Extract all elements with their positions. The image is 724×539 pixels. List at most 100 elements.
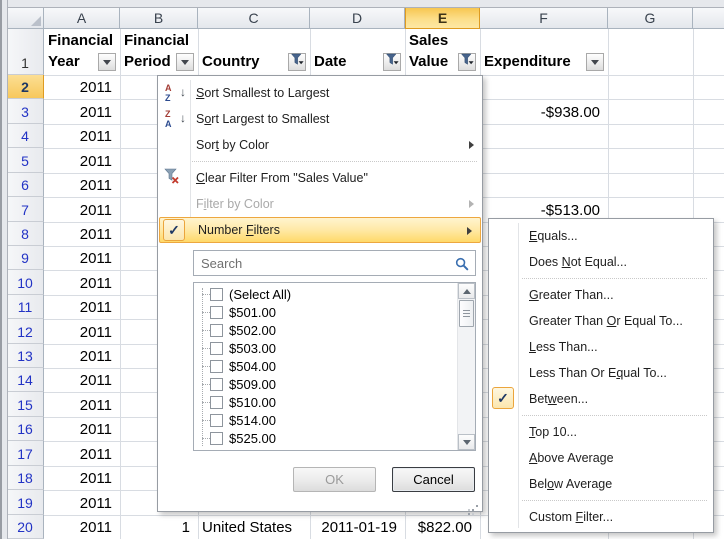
filter-value-row[interactable]: $510.00 xyxy=(197,393,457,411)
filter-menu-item-sort-by-color[interactable]: Sort by Color xyxy=(158,132,482,158)
row-header-8[interactable]: 8 xyxy=(7,222,44,246)
checkbox-unchecked-icon[interactable] xyxy=(210,432,223,445)
column-header-D[interactable]: D xyxy=(310,7,405,29)
scrollbar-thumb[interactable] xyxy=(459,300,474,327)
scroll-up-button[interactable] xyxy=(458,283,475,299)
cell-A5[interactable]: 2011 xyxy=(44,148,120,172)
filter-menu-item-filter-by-color[interactable]: Filter by Color xyxy=(158,191,482,217)
checkbox-unchecked-icon[interactable] xyxy=(210,450,223,452)
cell-A8[interactable]: 2011 xyxy=(44,222,120,246)
checkbox-unchecked-icon[interactable] xyxy=(210,288,223,301)
row-header-9[interactable]: 9 xyxy=(7,246,44,270)
cell-A11[interactable]: 2011 xyxy=(44,295,120,319)
cancel-button[interactable]: Cancel xyxy=(392,467,475,492)
number-filter-item-equals[interactable]: Equals... xyxy=(489,223,713,249)
row-header-5[interactable]: 5 xyxy=(7,148,44,172)
row-header-10[interactable]: 10 xyxy=(7,270,44,294)
row-header-20[interactable]: 20 xyxy=(7,515,44,539)
cell-D20[interactable]: 2011-01-19 xyxy=(310,515,405,539)
cell-A17[interactable]: 2011 xyxy=(44,441,120,465)
cell-A20[interactable]: 2011 xyxy=(44,515,120,539)
number-filter-item-less-than-or-equal-to[interactable]: Less Than Or Equal To... xyxy=(489,360,713,386)
row-header-12[interactable]: 12 xyxy=(7,319,44,343)
row-header-15[interactable]: 15 xyxy=(7,392,44,416)
row-header-13[interactable]: 13 xyxy=(7,344,44,368)
cell-A13[interactable]: 2011 xyxy=(44,344,120,368)
search-input[interactable]: Search xyxy=(193,250,476,276)
filter-applied-button-E[interactable] xyxy=(458,53,476,71)
filter-value-row[interactable]: $504.00 xyxy=(197,357,457,375)
number-filter-item-top-10[interactable]: Top 10... xyxy=(489,419,713,445)
number-filter-item-greater-than-or-equal-to[interactable]: Greater Than Or Equal To... xyxy=(489,308,713,334)
row-header-1[interactable]: 1 xyxy=(7,29,44,75)
scroll-down-button[interactable] xyxy=(458,434,475,450)
cell-A12[interactable]: 2011 xyxy=(44,319,120,343)
row-header-2[interactable]: 2 xyxy=(7,75,44,99)
cell-A3[interactable]: 2011 xyxy=(44,99,120,123)
filter-dropdown-button-F[interactable] xyxy=(586,53,604,71)
cell-A4[interactable]: 2011 xyxy=(44,124,120,148)
filter-value-row[interactable]: $502.00 xyxy=(197,321,457,339)
checkbox-unchecked-icon[interactable] xyxy=(210,360,223,373)
row-header-14[interactable]: 14 xyxy=(7,368,44,392)
filter-applied-button-C[interactable] xyxy=(288,53,306,71)
cell-A18[interactable]: 2011 xyxy=(44,466,120,490)
row-header-11[interactable]: 11 xyxy=(7,295,44,319)
row-header-17[interactable]: 17 xyxy=(7,441,44,465)
ok-button[interactable]: OK xyxy=(293,467,376,492)
number-filter-item-does-not-equal[interactable]: Does Not Equal... xyxy=(489,249,713,275)
cell-A19[interactable]: 2011 xyxy=(44,490,120,514)
row-header-7[interactable]: 7 xyxy=(7,197,44,221)
cell-A15[interactable]: 2011 xyxy=(44,392,120,416)
cell-A7[interactable]: 2011 xyxy=(44,197,120,221)
filter-dropdown-button-A[interactable] xyxy=(98,53,116,71)
cell-A16[interactable]: 2011 xyxy=(44,417,120,441)
column-header-E[interactable]: E xyxy=(405,7,480,29)
cell-A14[interactable]: 2011 xyxy=(44,368,120,392)
cell-C20[interactable]: United States xyxy=(198,515,310,539)
checkbox-unchecked-icon[interactable] xyxy=(210,306,223,319)
column-header-A[interactable]: A xyxy=(44,7,120,29)
filter-menu-item-sort-smallest-to-largest[interactable]: AZ↓Sort Smallest to Largest xyxy=(158,80,482,106)
filter-menu-item-clear-filter-from-sales-value[interactable]: Clear Filter From "Sales Value" xyxy=(158,165,482,191)
filter-value-row[interactable]: $503.00 xyxy=(197,339,457,357)
column-header-G[interactable]: G xyxy=(608,7,693,29)
number-filter-item-between[interactable]: Between... xyxy=(489,386,713,412)
filter-menu-item-sort-largest-to-smallest[interactable]: ZA↓Sort Largest to Smallest xyxy=(158,106,482,132)
cell-A10[interactable]: 2011 xyxy=(44,270,120,294)
filter-value-row[interactable]: $501.00 xyxy=(197,303,457,321)
column-header-C[interactable]: C xyxy=(198,7,310,29)
filter-value-row[interactable]: (Select All) xyxy=(197,285,457,303)
checkbox-unchecked-icon[interactable] xyxy=(210,414,223,427)
row-header-3[interactable]: 3 xyxy=(7,99,44,123)
row-header-16[interactable]: 16 xyxy=(7,417,44,441)
row-header-6[interactable]: 6 xyxy=(7,173,44,197)
number-filter-item-above-average[interactable]: Above Average xyxy=(489,445,713,471)
cell-A9[interactable]: 2011 xyxy=(44,246,120,270)
filter-menu-item-number-filters[interactable]: Number Filters xyxy=(159,217,481,243)
checkbox-unchecked-icon[interactable] xyxy=(210,396,223,409)
cell-A2[interactable]: 2011 xyxy=(44,75,120,99)
filter-value-row[interactable]: $509.00 xyxy=(197,375,457,393)
filter-dropdown-button-B[interactable] xyxy=(176,53,194,71)
checkbox-unchecked-icon[interactable] xyxy=(210,324,223,337)
column-header-edge[interactable] xyxy=(693,7,724,29)
filter-value-row-partial[interactable] xyxy=(197,447,457,451)
row-header-4[interactable]: 4 xyxy=(7,124,44,148)
number-filter-item-custom-filter[interactable]: Custom Filter... xyxy=(489,504,713,530)
number-filter-item-below-average[interactable]: Below Average xyxy=(489,471,713,497)
column-header-B[interactable]: B xyxy=(120,7,198,29)
checkbox-unchecked-icon[interactable] xyxy=(210,342,223,355)
row-header-19[interactable]: 19 xyxy=(7,490,44,514)
column-header-F[interactable]: F xyxy=(480,7,608,29)
select-all-corner[interactable] xyxy=(7,7,44,29)
cell-A6[interactable]: 2011 xyxy=(44,173,120,197)
cell-F3[interactable]: -$938.00 xyxy=(480,99,608,123)
number-filter-item-greater-than[interactable]: Greater Than... xyxy=(489,282,713,308)
filter-applied-button-D[interactable] xyxy=(383,53,401,71)
number-filter-item-less-than[interactable]: Less Than... xyxy=(489,334,713,360)
cell-B20[interactable]: 1 xyxy=(120,515,198,539)
filter-value-row[interactable]: $525.00 xyxy=(197,429,457,447)
checkbox-unchecked-icon[interactable] xyxy=(210,378,223,391)
cell-E20[interactable]: $822.00 xyxy=(405,515,480,539)
